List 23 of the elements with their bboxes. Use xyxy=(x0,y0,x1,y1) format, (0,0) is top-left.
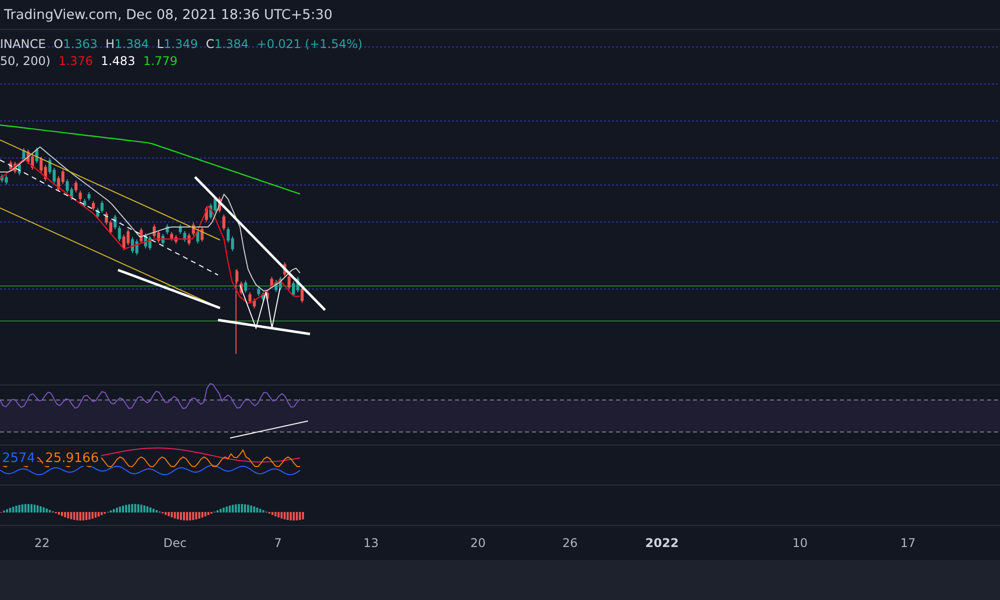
ohlc-value: O1.363 xyxy=(54,37,98,51)
time-axis-label: 17 xyxy=(900,536,916,550)
time-axis-label: 2022 xyxy=(645,536,679,550)
time-axis-label: 7 xyxy=(274,536,282,550)
time-axis-label: 20 xyxy=(470,536,486,550)
indicator-params: 50, 200) xyxy=(0,54,50,68)
chart-title: TradingView.com, Dec 08, 2021 18:36 UTC+5:30 xyxy=(4,6,332,22)
time-axis-label: 22 xyxy=(34,536,50,550)
price-change: +0.021 (+1.54%) xyxy=(256,37,362,51)
symbol-label: INANCE xyxy=(0,37,46,51)
ohlc-value: H1.384 xyxy=(105,37,149,51)
time-axis-label: 10 xyxy=(792,536,808,550)
ohlc-value: L1.349 xyxy=(156,37,198,51)
indicator-value: 25.9166 xyxy=(43,451,101,466)
indicator-value: 1.483 xyxy=(100,54,136,68)
time-axis-label: Dec xyxy=(163,536,187,550)
indicator-value: 2574 xyxy=(0,451,38,466)
ohlc-value: C1.384 xyxy=(206,37,249,51)
time-axis-label: 26 xyxy=(562,536,578,550)
indicator-value: 1.376 xyxy=(58,54,93,68)
pattern-line xyxy=(240,284,280,330)
time-axis-label: 13 xyxy=(363,536,379,550)
indicator-value: 1.779 xyxy=(143,54,178,68)
